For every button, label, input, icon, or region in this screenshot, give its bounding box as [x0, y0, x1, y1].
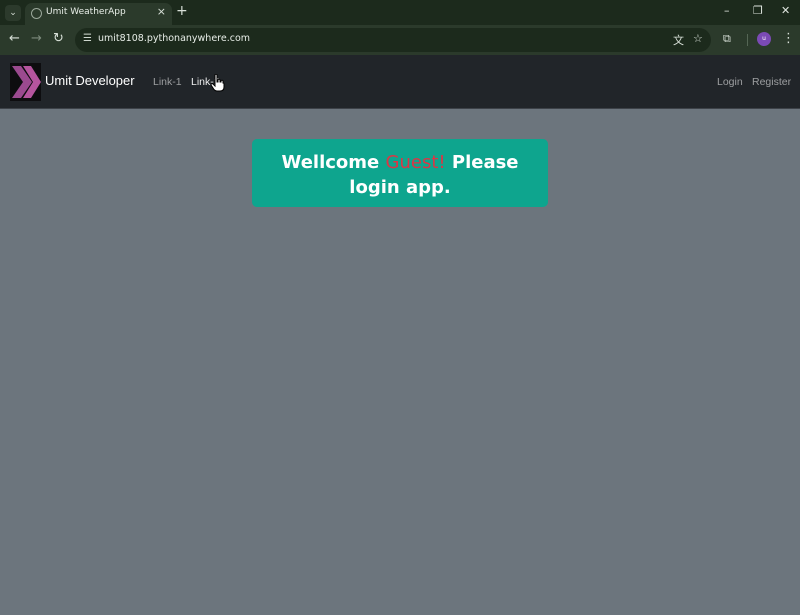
- avatar[interactable]: u: [757, 32, 771, 46]
- nav-link-1[interactable]: Link-1: [153, 76, 182, 88]
- welcome-alert: Wellcome Guest! Please login app.: [252, 139, 548, 207]
- register-link[interactable]: Register: [752, 76, 791, 88]
- tab-search-icon[interactable]: ⌄: [5, 5, 21, 21]
- close-window-icon[interactable]: ✕: [781, 4, 790, 17]
- browser-toolbar: ← → ↻ ☰ umit8108.pythonanywhere.com 文 ☆ …: [0, 25, 800, 55]
- url-text[interactable]: umit8108.pythonanywhere.com: [98, 33, 250, 44]
- hand-cursor-icon: [211, 74, 225, 92]
- alert-prefix: Wellcome: [281, 152, 386, 173]
- close-icon[interactable]: ×: [157, 5, 166, 18]
- menu-icon[interactable]: ⋮: [782, 31, 795, 46]
- plus-icon[interactable]: +: [176, 3, 188, 19]
- forward-icon[interactable]: →: [31, 31, 42, 47]
- site-info-icon[interactable]: ☰: [83, 33, 92, 44]
- brand-name[interactable]: Umit Developer: [45, 73, 135, 88]
- back-icon[interactable]: ←: [9, 31, 20, 47]
- restore-icon[interactable]: ❐: [753, 4, 763, 17]
- site-navbar: Umit Developer Link-1 Link-2 Login Regis…: [0, 55, 800, 109]
- toolbar-divider: [747, 34, 748, 46]
- globe-icon: [31, 8, 42, 19]
- browser-tab[interactable]: Umit WeatherApp ×: [25, 3, 172, 25]
- reload-icon[interactable]: ↻: [53, 31, 64, 47]
- logo-chevron-icon[interactable]: [10, 63, 41, 101]
- login-link[interactable]: Login: [717, 76, 743, 88]
- address-bar[interactable]: ☰ umit8108.pythonanywhere.com 文 ☆: [75, 28, 711, 52]
- alert-guest: Guest!: [385, 152, 446, 173]
- translate-icon[interactable]: 文: [673, 32, 684, 48]
- star-icon[interactable]: ☆: [693, 32, 703, 45]
- tab-title: Umit WeatherApp: [46, 7, 126, 17]
- extensions-icon[interactable]: ⧉: [723, 32, 731, 46]
- browser-tab-bar: ⌄ Umit WeatherApp × + – ❐ ✕: [0, 0, 800, 25]
- minimize-icon[interactable]: –: [724, 4, 730, 17]
